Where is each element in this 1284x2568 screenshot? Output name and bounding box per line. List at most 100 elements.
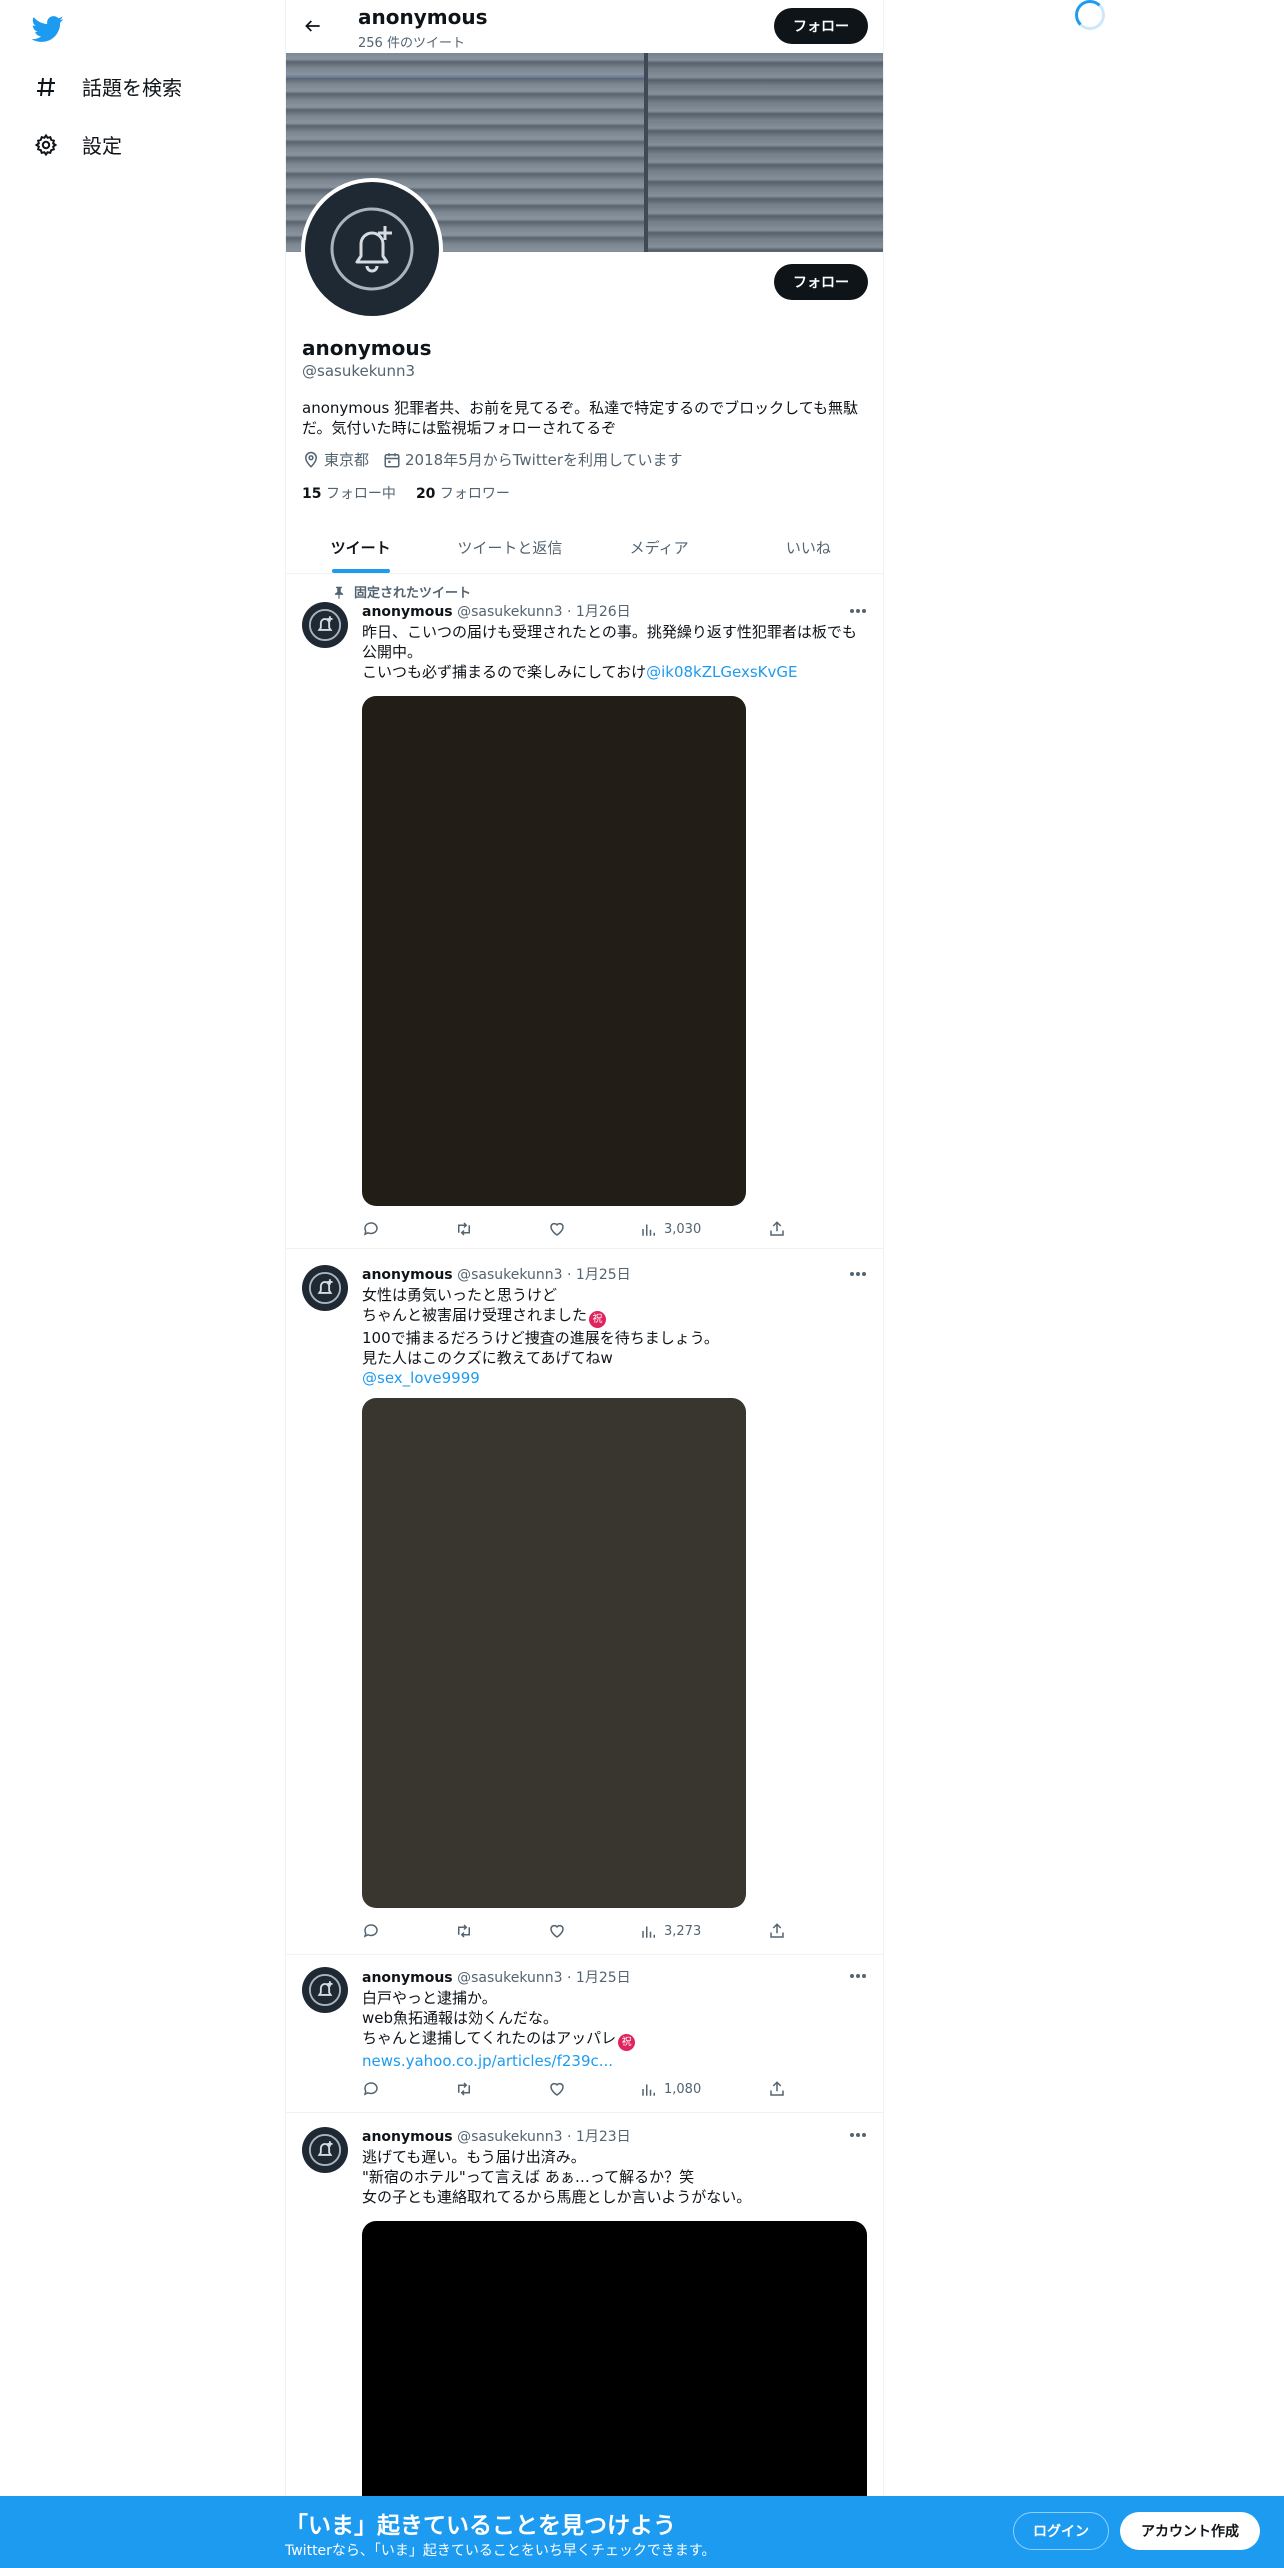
mention-link[interactable]: @ik08kZLGexsKvGE (646, 663, 797, 681)
avatar[interactable] (302, 1265, 348, 1311)
avatar[interactable] (302, 602, 348, 648)
pin-icon (334, 586, 344, 599)
profile-tabs: ツイート ツイートと返信 メディア いいね (286, 521, 883, 574)
share-button[interactable] (768, 1220, 786, 1238)
tweet-text: 女性は勇気いったと思うけど ちゃんと被害届け受理されました祝 100で捕まるだろ… (362, 1285, 872, 1388)
following-link[interactable]: 15 フォロー中 (302, 483, 396, 503)
profile-meta: 東京都 2018年5月からTwitterを利用しています (302, 449, 697, 470)
create-account-button[interactable]: アカウント作成 (1120, 2512, 1260, 2550)
profile-location: 東京都 (324, 451, 370, 469)
bell-plus-icon (308, 608, 342, 642)
share-icon (770, 2081, 784, 2096)
gear-icon (32, 131, 60, 159)
tweet-author-handle[interactable]: @sasukekunn3 (457, 1970, 562, 1986)
reply-icon (363, 1924, 378, 1938)
tweet[interactable]: anonymous @sasukekunn3 · 1月25日 女性は勇気いったと… (286, 1249, 883, 1955)
tweet[interactable]: 固定されたツイート anonymous @sasukekunn3 · 1月26日… (286, 574, 883, 1249)
sidebar-item-label: 話題を検索 (82, 76, 182, 100)
follow-button[interactable]: フォロー (774, 264, 868, 300)
retweet-button[interactable] (454, 2080, 474, 2098)
avatar[interactable] (302, 1967, 348, 2013)
tweet[interactable]: anonymous @sasukekunn3 · 1月25日 白戸やっと逮捕か。… (286, 1955, 883, 2113)
bio-line: anonymous 犯罪者共、お前を見てるぞ。私達で特定するのでブロックしても無… (302, 399, 858, 417)
reply-button[interactable] (362, 1922, 380, 1940)
profile-avatar[interactable] (301, 178, 443, 320)
sidebar-item-settings[interactable]: 設定 (32, 130, 122, 159)
tweet-text: 逃げても遅い。もう届け出済み。 "新宿のホテル"って言えば あぁ…って解るか？笑… (362, 2148, 752, 2206)
tweet-media[interactable] (362, 696, 746, 1206)
bell-plus-icon (308, 1271, 342, 1305)
pinned-indicator: 固定されたツイート (332, 582, 471, 601)
profile-name: anonymous (302, 336, 432, 360)
profile-header-bar: anonymous 256 件のツイート フォロー (286, 0, 883, 53)
more-dots-icon (850, 1974, 866, 1978)
hashtag-icon (32, 73, 60, 101)
tab-media[interactable]: メディア (585, 521, 734, 573)
more-options-button[interactable] (846, 2126, 870, 2144)
followers-link[interactable]: 20 フォロワー (416, 483, 510, 503)
avatar[interactable] (302, 2127, 348, 2173)
views-button[interactable]: 1,080 (640, 2080, 701, 2098)
like-button[interactable] (548, 1220, 566, 1238)
retweet-button[interactable] (454, 1922, 474, 1940)
views-button[interactable]: 3,273 (640, 1922, 701, 1940)
tweet-date[interactable]: · 1月25日 (567, 1267, 631, 1283)
news-link[interactable]: news.yahoo.co.jp/articles/f239c... (362, 2051, 872, 2071)
mention-link[interactable]: @sex_love9999 (362, 1368, 872, 1388)
retweet-button[interactable] (454, 1220, 474, 1238)
tweet-count: 256 件のツイート (358, 36, 465, 51)
tweet-actions: 3,030 (362, 1219, 784, 1239)
heart-icon (550, 1222, 564, 1236)
tweet-author-handle[interactable]: @sasukekunn3 (457, 2129, 562, 2145)
reply-button[interactable] (362, 1220, 380, 1238)
like-button[interactable] (548, 1922, 566, 1940)
signup-banner-title: 「いま」起きていることを見つけよう (285, 2513, 676, 2539)
signup-banner-subtitle: Twitterなら、「いま」起きていることをいち早くチェックできます。 (285, 2543, 716, 2559)
more-options-button[interactable] (846, 1967, 870, 1985)
views-button[interactable]: 3,030 (640, 1220, 701, 1238)
calendar-icon (384, 452, 400, 467)
back-button[interactable] (296, 9, 330, 43)
share-button[interactable] (768, 2080, 786, 2098)
login-button[interactable]: ログイン (1013, 2512, 1109, 2550)
tweet-author-name[interactable]: anonymous (362, 1970, 453, 1986)
sidebar-item-explore[interactable]: 話題を検索 (32, 72, 182, 101)
profile-stats: 15 フォロー中 20 フォロワー (302, 483, 530, 503)
tweet-date[interactable]: · 1月26日 (567, 604, 631, 620)
tweet-date[interactable]: · 1月23日 (567, 2129, 631, 2145)
reply-icon (363, 1222, 378, 1236)
tweet-date[interactable]: · 1月25日 (567, 1970, 631, 1986)
tweet-author-name[interactable]: anonymous (362, 1267, 453, 1283)
share-icon (770, 1923, 784, 1938)
tweet-author-name[interactable]: anonymous (362, 2129, 453, 2145)
views-chart-icon (642, 1224, 655, 1236)
reply-icon (363, 2082, 378, 2096)
tab-tweets[interactable]: ツイート (286, 521, 435, 573)
arrow-left-icon (305, 20, 320, 32)
tweet-text: 昨日、こいつの届けも受理されたとの事。挑発繰り返す性犯罪者は板でも 公開中。 こ… (362, 623, 857, 681)
profile-joined-date: 2018年5月からTwitterを利用しています (405, 451, 683, 469)
bell-plus-icon (308, 1973, 342, 2007)
tab-tweets-and-replies[interactable]: ツイートと返信 (435, 521, 584, 573)
celebration-emoji-icon: 祝 (589, 1311, 607, 1328)
profile-handle: @sasukekunn3 (302, 362, 415, 380)
share-button[interactable] (768, 1922, 786, 1940)
more-options-button[interactable] (846, 1265, 870, 1283)
tweet-author-name[interactable]: anonymous (362, 604, 453, 620)
tweet-author-handle[interactable]: @sasukekunn3 (457, 1267, 562, 1283)
reply-button[interactable] (362, 2080, 380, 2098)
retweet-icon (458, 2082, 470, 2096)
like-button[interactable] (548, 2080, 566, 2098)
heart-icon (550, 2082, 564, 2096)
tweet-actions: 3,273 (362, 1921, 784, 1941)
tweet-author-handle[interactable]: @sasukekunn3 (457, 604, 562, 620)
bell-plus-icon (330, 207, 414, 291)
tweet-header: anonymous @sasukekunn3 · 1月26日 (362, 601, 631, 621)
more-dots-icon (850, 609, 866, 613)
twitter-bird-icon[interactable] (31, 13, 64, 45)
follow-button-header[interactable]: フォロー (774, 8, 868, 44)
profile-bio: anonymous 犯罪者共、お前を見てるぞ。私達で特定するのでブロックしても無… (302, 398, 867, 438)
tweet-media[interactable] (362, 1398, 746, 1908)
more-options-button[interactable] (846, 602, 870, 620)
tab-likes[interactable]: いいね (734, 521, 883, 573)
